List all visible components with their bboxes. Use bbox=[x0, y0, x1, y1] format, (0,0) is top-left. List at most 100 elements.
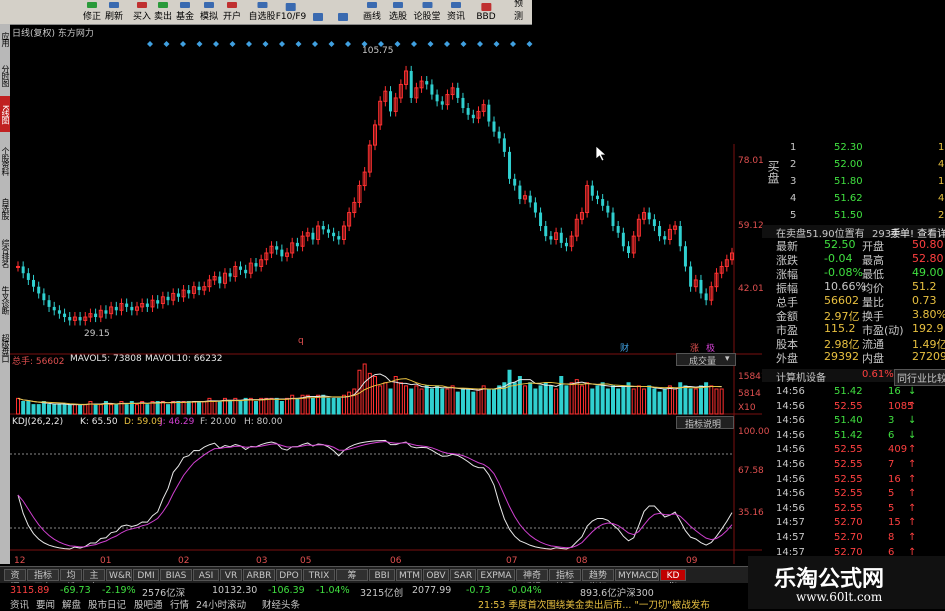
volume-bar bbox=[564, 385, 569, 415]
toolbar-button-5[interactable]: 模拟 bbox=[200, 2, 218, 22]
indicator-tab-6[interactable]: BIAS bbox=[160, 569, 192, 581]
left-tab-6[interactable]: 牛叉诊断 bbox=[0, 280, 10, 320]
indicator-tab-22[interactable]: KD指 bbox=[660, 569, 686, 593]
industry-compare-button[interactable]: 同行业比较 bbox=[894, 369, 945, 386]
quote-value-1: 115.2 bbox=[824, 322, 856, 335]
toolbar-button-0[interactable]: 修正 bbox=[83, 2, 101, 22]
tick-volume: 409 bbox=[888, 444, 908, 456]
indicator-tab-14[interactable]: MTM bbox=[396, 569, 422, 581]
volume-bar bbox=[274, 397, 279, 415]
toolbar-button-10[interactable] bbox=[338, 2, 348, 22]
toolbar-button-11[interactable]: 画线 bbox=[363, 2, 381, 22]
tick-price: 52.55 bbox=[834, 400, 863, 412]
candle-body bbox=[47, 300, 51, 307]
indicator-tab-13[interactable]: BBI bbox=[369, 569, 395, 581]
tick-row: 14:56 52.55 5 ↑ bbox=[762, 488, 945, 501]
indicator-tab-3[interactable]: 主力 bbox=[83, 569, 105, 593]
chart-area[interactable]: 12 01 02 03 05 06 07 08 09 bbox=[10, 24, 762, 566]
indicator-help-button[interactable]: 指标说明 bbox=[676, 416, 734, 430]
tick-price: 52.55 bbox=[834, 459, 863, 470]
toolbar-button-13[interactable]: 论股堂 bbox=[413, 2, 441, 22]
indicator-tab-7[interactable]: ASI bbox=[193, 569, 219, 581]
indicator-tab-2[interactable]: 均线 bbox=[60, 569, 82, 593]
toolbar-button-7[interactable]: 自选股 bbox=[248, 2, 276, 22]
toolbar-button-12[interactable]: 选股 bbox=[389, 2, 407, 22]
toolbar-button-9[interactable] bbox=[313, 2, 323, 22]
tick-time: 14:56 bbox=[776, 400, 805, 412]
candle-body bbox=[435, 94, 439, 102]
toolbar-button-6[interactable]: 开户 bbox=[223, 2, 241, 22]
indicator-tab-12[interactable]: 筹DMA bbox=[336, 569, 368, 593]
volume-bar bbox=[440, 388, 445, 415]
candle-body bbox=[606, 205, 610, 213]
indicator-tab-1[interactable]: 指标平台 bbox=[27, 569, 59, 593]
indicator-tab-20[interactable]: 趋势指标 bbox=[582, 569, 614, 593]
left-tab-5[interactable]: 综合排名 bbox=[0, 230, 10, 276]
toolbar-button-2[interactable]: 买入 bbox=[133, 2, 151, 22]
indicator-tab-8[interactable]: VR bbox=[220, 569, 242, 581]
toolbar-button-label: F10/F9 bbox=[275, 12, 307, 22]
bid-row[interactable]: 1 52.30 1 bbox=[762, 142, 945, 155]
marker-q: q bbox=[298, 336, 304, 346]
volume-bar bbox=[191, 401, 196, 415]
volume-bar bbox=[279, 401, 284, 415]
indicator-tab-4[interactable]: W&R bbox=[106, 569, 132, 581]
toolbar-button-label: 基金 bbox=[175, 12, 195, 22]
volume-bar bbox=[171, 401, 176, 415]
marker-cai[interactable]: 财 bbox=[620, 341, 629, 354]
volume-bar bbox=[616, 388, 621, 415]
toolbar-button-1[interactable]: 刷新 bbox=[105, 2, 123, 22]
indicator-tab-18[interactable]: 神奇透视 bbox=[516, 569, 548, 593]
candle-body bbox=[430, 84, 434, 95]
indicator-tab-17[interactable]: EXPMA bbox=[477, 569, 515, 581]
toolbar-button-label: BBD bbox=[476, 12, 496, 22]
left-tab-4[interactable]: 自选股 bbox=[0, 190, 10, 226]
volume-bar bbox=[21, 401, 26, 415]
bid-row[interactable]: 2 52.00 47 bbox=[762, 159, 945, 172]
price-tick-3: 42.01 bbox=[738, 284, 764, 294]
tick-row: 14:56 51.42 16 ↓ bbox=[762, 386, 945, 399]
toolbar-button-label: 买入 bbox=[132, 12, 152, 22]
toolbar-button-8[interactable]: F10/F9 bbox=[275, 2, 307, 22]
bid-volume: 1 bbox=[938, 142, 945, 153]
volume-bar bbox=[47, 404, 52, 415]
marker-ji[interactable]: 极 bbox=[706, 341, 715, 354]
toolbar-button-14[interactable]: 资讯 bbox=[447, 2, 465, 22]
signal-diamond bbox=[312, 41, 318, 47]
indicator-tab-9[interactable]: ARBR bbox=[243, 569, 275, 581]
left-tab-7[interactable]: 超级盘口 bbox=[0, 324, 10, 372]
order-notice[interactable]: 在卖盘51.90位置有293手卖单! 查看详细 bbox=[762, 225, 945, 240]
left-tab-1[interactable]: 分时图 bbox=[0, 57, 10, 93]
bid-row[interactable]: 3 51.80 1 bbox=[762, 176, 945, 189]
bid-level: 4 bbox=[790, 193, 797, 204]
indicator-tab-11[interactable]: TRIX bbox=[303, 569, 335, 581]
arrow-up-icon: ↑ bbox=[908, 532, 917, 543]
volume-bar bbox=[657, 391, 662, 415]
indicator-tab-0[interactable]: 资源 bbox=[4, 569, 26, 593]
toolbar-button-3[interactable]: 卖出 bbox=[154, 2, 172, 22]
left-tab-2[interactable]: K线图 bbox=[0, 96, 10, 132]
toolbar-button-16[interactable]: 预测 bbox=[514, 0, 526, 22]
toolbar-button-15[interactable]: BBD bbox=[476, 2, 496, 22]
tick-volume: 7 bbox=[888, 459, 895, 470]
indicator-tab-19[interactable]: 指标管理 bbox=[549, 569, 581, 593]
indicator-tab-15[interactable]: OBV bbox=[423, 569, 449, 581]
left-tab-0[interactable]: 应用 bbox=[0, 24, 10, 54]
date-label: 07 bbox=[506, 556, 517, 566]
marker-zhang[interactable]: 涨 bbox=[690, 341, 699, 354]
indicator-tab-10[interactable]: DPO bbox=[276, 569, 302, 581]
arrow-up-icon: ↑ bbox=[908, 488, 917, 500]
toolbar-button-4[interactable]: 基金 bbox=[176, 2, 194, 22]
left-tab-3[interactable]: 个股资料 bbox=[0, 136, 10, 186]
indicator-tab-16[interactable]: SAR bbox=[450, 569, 476, 581]
indicator-tab-5[interactable]: DMI bbox=[133, 569, 159, 581]
volume-indicator-select[interactable]: 成交量 ▾ bbox=[676, 353, 736, 367]
volume-bar bbox=[528, 382, 533, 415]
bid-row[interactable]: 4 51.62 46 bbox=[762, 193, 945, 206]
quote-value-1: 29392 bbox=[824, 350, 859, 363]
candle-body bbox=[78, 317, 82, 321]
tick-price: 52.70 bbox=[834, 517, 863, 529]
bid-row[interactable]: 5 51.50 2 bbox=[762, 210, 945, 223]
indicator-tab-21[interactable]: MYMACD bbox=[615, 569, 659, 581]
signal-diamond bbox=[196, 41, 203, 47]
